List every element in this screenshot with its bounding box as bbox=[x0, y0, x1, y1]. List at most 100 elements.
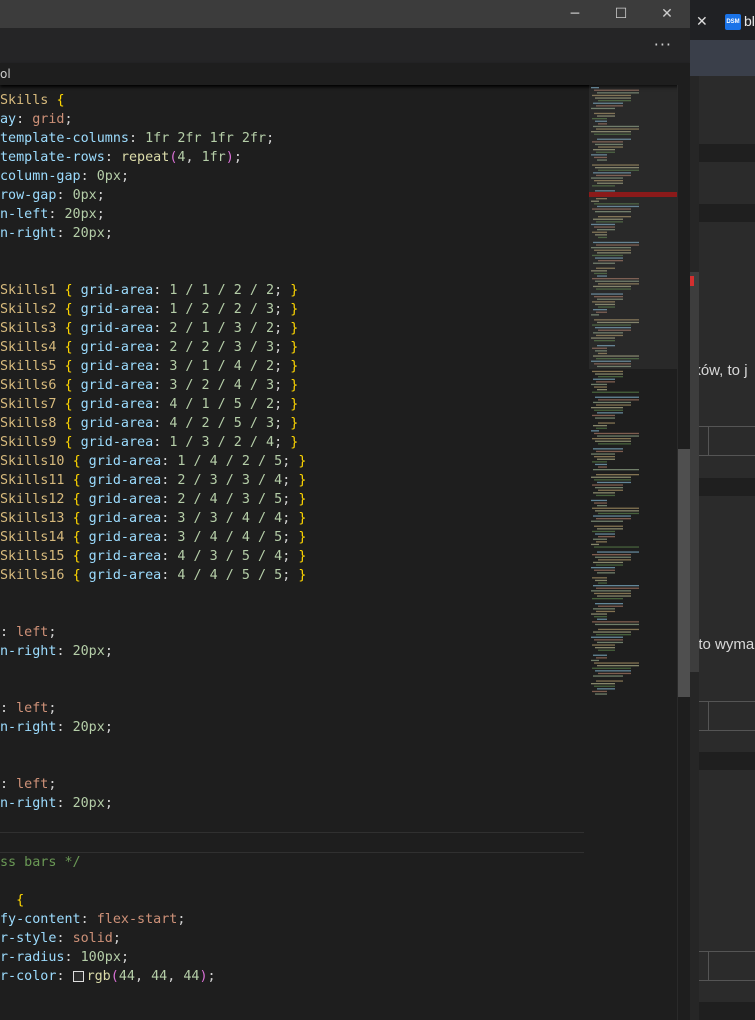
minimap-slider[interactable] bbox=[589, 85, 677, 369]
minimap-line bbox=[593, 561, 623, 564]
scrollbar-thumb[interactable] bbox=[678, 449, 690, 697]
minimap-line bbox=[595, 510, 639, 512]
browser-scrollbar-thumb[interactable] bbox=[690, 272, 699, 672]
code-line[interactable] bbox=[0, 680, 584, 699]
code-line[interactable]: n-right: 20px; bbox=[0, 224, 584, 243]
code-line[interactable]: r-color: rgb(44, 44, 44); bbox=[0, 967, 584, 986]
code-token: : bbox=[56, 969, 73, 984]
code-line[interactable]: Skills5 { grid-area: 3 / 1 / 4 / 2; } bbox=[0, 357, 584, 376]
code-token: grid-area bbox=[72, 340, 154, 355]
code-area[interactable]: Skills {ay: grid; template-columns: 1fr 2… bbox=[0, 91, 584, 986]
code-line[interactable] bbox=[0, 756, 584, 775]
minimap-line bbox=[596, 657, 607, 659]
code-line[interactable]: Skills14 { grid-area: 3 / 4 / 4 / 5; } bbox=[0, 528, 584, 547]
code-line[interactable] bbox=[0, 661, 584, 680]
code-token: template-rows bbox=[0, 150, 105, 165]
code-line[interactable]: template-columns: 1fr 2fr 1fr 2fr; bbox=[0, 129, 584, 148]
code-line[interactable]: Skills11 { grid-area: 2 / 3 / 3 / 4; } bbox=[0, 471, 584, 490]
code-line[interactable]: r-radius: 100px; bbox=[0, 948, 584, 967]
code-line[interactable]: n-right: 20px; bbox=[0, 642, 584, 661]
code-line[interactable]: template-rows: repeat(4, 1fr); bbox=[0, 148, 584, 167]
code-editor-window: ─ ☐ ✕ ··· ol Skills {ay: grid; template-c… bbox=[0, 0, 690, 1020]
code-token: { bbox=[64, 397, 73, 412]
code-token: Skills6 bbox=[0, 378, 65, 393]
code-line[interactable]: fy-content: flex-start; bbox=[0, 910, 584, 929]
browser-toolbar bbox=[690, 40, 755, 76]
code-line[interactable]: r-style: solid; bbox=[0, 929, 584, 948]
browser-scroll-marker bbox=[690, 276, 694, 286]
code-line[interactable] bbox=[0, 585, 584, 604]
code-line[interactable]: ay: grid; bbox=[0, 110, 584, 129]
code-line[interactable]: row-gap: 0px; bbox=[0, 186, 584, 205]
color-swatch-icon[interactable] bbox=[72, 970, 84, 982]
code-line[interactable]: n-left: 20px; bbox=[0, 205, 584, 224]
code-line[interactable] bbox=[0, 872, 584, 891]
code-line[interactable]: Skills4 { grid-area: 2 / 2 / 3 / 3; } bbox=[0, 338, 584, 357]
code-token: : bbox=[161, 473, 178, 488]
minimap-line bbox=[595, 623, 639, 626]
minimap-line bbox=[595, 556, 631, 558]
code-line[interactable] bbox=[0, 243, 584, 262]
code-token: } bbox=[290, 302, 299, 317]
code-token: 3 / 4 / 4 / 5 bbox=[177, 530, 283, 545]
code-line[interactable]: : left; bbox=[0, 623, 584, 642]
code-token: : bbox=[0, 701, 17, 716]
code-line[interactable]: : left; bbox=[0, 775, 584, 794]
code-line[interactable]: Skills13 { grid-area: 3 / 3 / 4 / 4; } bbox=[0, 509, 584, 528]
minimap-line bbox=[593, 515, 631, 517]
code-line[interactable] bbox=[0, 832, 584, 853]
minimap-line bbox=[595, 603, 623, 605]
minimap[interactable] bbox=[589, 85, 677, 1020]
maximize-button[interactable]: ☐ bbox=[598, 0, 644, 28]
code-line[interactable]: n-right: 20px; bbox=[0, 794, 584, 813]
code-token: ; bbox=[282, 549, 299, 564]
code-line[interactable]: Skills7 { grid-area: 4 / 1 / 5 / 2; } bbox=[0, 395, 584, 414]
code-token: : bbox=[56, 720, 73, 735]
code-token: : bbox=[153, 435, 170, 450]
code-line[interactable]: Skills6 { grid-area: 3 / 2 / 4 / 3; } bbox=[0, 376, 584, 395]
code-line[interactable]: Skills { bbox=[0, 91, 584, 110]
code-line[interactable]: Skills2 { grid-area: 1 / 2 / 2 / 3; } bbox=[0, 300, 584, 319]
code-line[interactable] bbox=[0, 604, 584, 623]
browser-scrollbar[interactable] bbox=[690, 76, 699, 1020]
code-line[interactable]: Skills16 { grid-area: 4 / 4 / 5 / 5; } bbox=[0, 566, 584, 585]
vertical-scrollbar[interactable] bbox=[677, 85, 690, 1020]
minimap-line bbox=[597, 595, 631, 597]
code-line[interactable]: ss bars */ bbox=[0, 853, 584, 872]
code-line[interactable]: { bbox=[0, 891, 584, 910]
code-line[interactable] bbox=[0, 262, 584, 281]
breadcrumb[interactable]: ol bbox=[0, 63, 690, 85]
minimap-line bbox=[598, 559, 631, 561]
code-token: { bbox=[72, 454, 81, 469]
code-token: : bbox=[153, 302, 170, 317]
code-token: left bbox=[16, 625, 49, 640]
minimap-line bbox=[597, 665, 639, 667]
code-token: ; bbox=[96, 207, 105, 222]
code-line[interactable]: n-right: 20px; bbox=[0, 718, 584, 737]
close-button[interactable]: ✕ bbox=[644, 0, 690, 28]
code-line[interactable]: Skills1 { grid-area: 1 / 1 / 2 / 2; } bbox=[0, 281, 584, 300]
code-line[interactable]: Skills12 { grid-area: 2 / 4 / 3 / 5; } bbox=[0, 490, 584, 509]
minimap-line bbox=[598, 649, 615, 651]
code-token: Skills12 bbox=[0, 492, 73, 507]
code-line[interactable]: Skills8 { grid-area: 4 / 2 / 5 / 3; } bbox=[0, 414, 584, 433]
code-token: Skills2 bbox=[0, 302, 65, 317]
more-actions-button[interactable]: ··· bbox=[654, 35, 672, 54]
code-token: 20px bbox=[72, 644, 105, 659]
code-token: 3 / 1 / 4 / 2 bbox=[169, 359, 275, 374]
code-line[interactable]: Skills9 { grid-area: 1 / 3 / 2 / 4; } bbox=[0, 433, 584, 452]
code-line[interactable]: Skills3 { grid-area: 2 / 1 / 3 / 2; } bbox=[0, 319, 584, 338]
code-line[interactable]: : left; bbox=[0, 699, 584, 718]
code-line[interactable]: Skills15 { grid-area: 4 / 3 / 5 / 4; } bbox=[0, 547, 584, 566]
code-line[interactable] bbox=[0, 813, 584, 832]
minimap-line bbox=[594, 479, 631, 481]
browser-tab[interactable]: ✕ DSM bl bbox=[690, 0, 755, 40]
code-token: } bbox=[298, 454, 307, 469]
minimize-button[interactable]: ─ bbox=[552, 0, 598, 28]
code-line[interactable] bbox=[0, 737, 584, 756]
code-line[interactable]: Skills10 { grid-area: 1 / 4 / 2 / 5; } bbox=[0, 452, 584, 471]
code-line[interactable]: column-gap: 0px; bbox=[0, 167, 584, 186]
code-token: : bbox=[56, 644, 73, 659]
close-icon[interactable]: ✕ bbox=[696, 13, 708, 30]
code-token: { bbox=[72, 473, 81, 488]
